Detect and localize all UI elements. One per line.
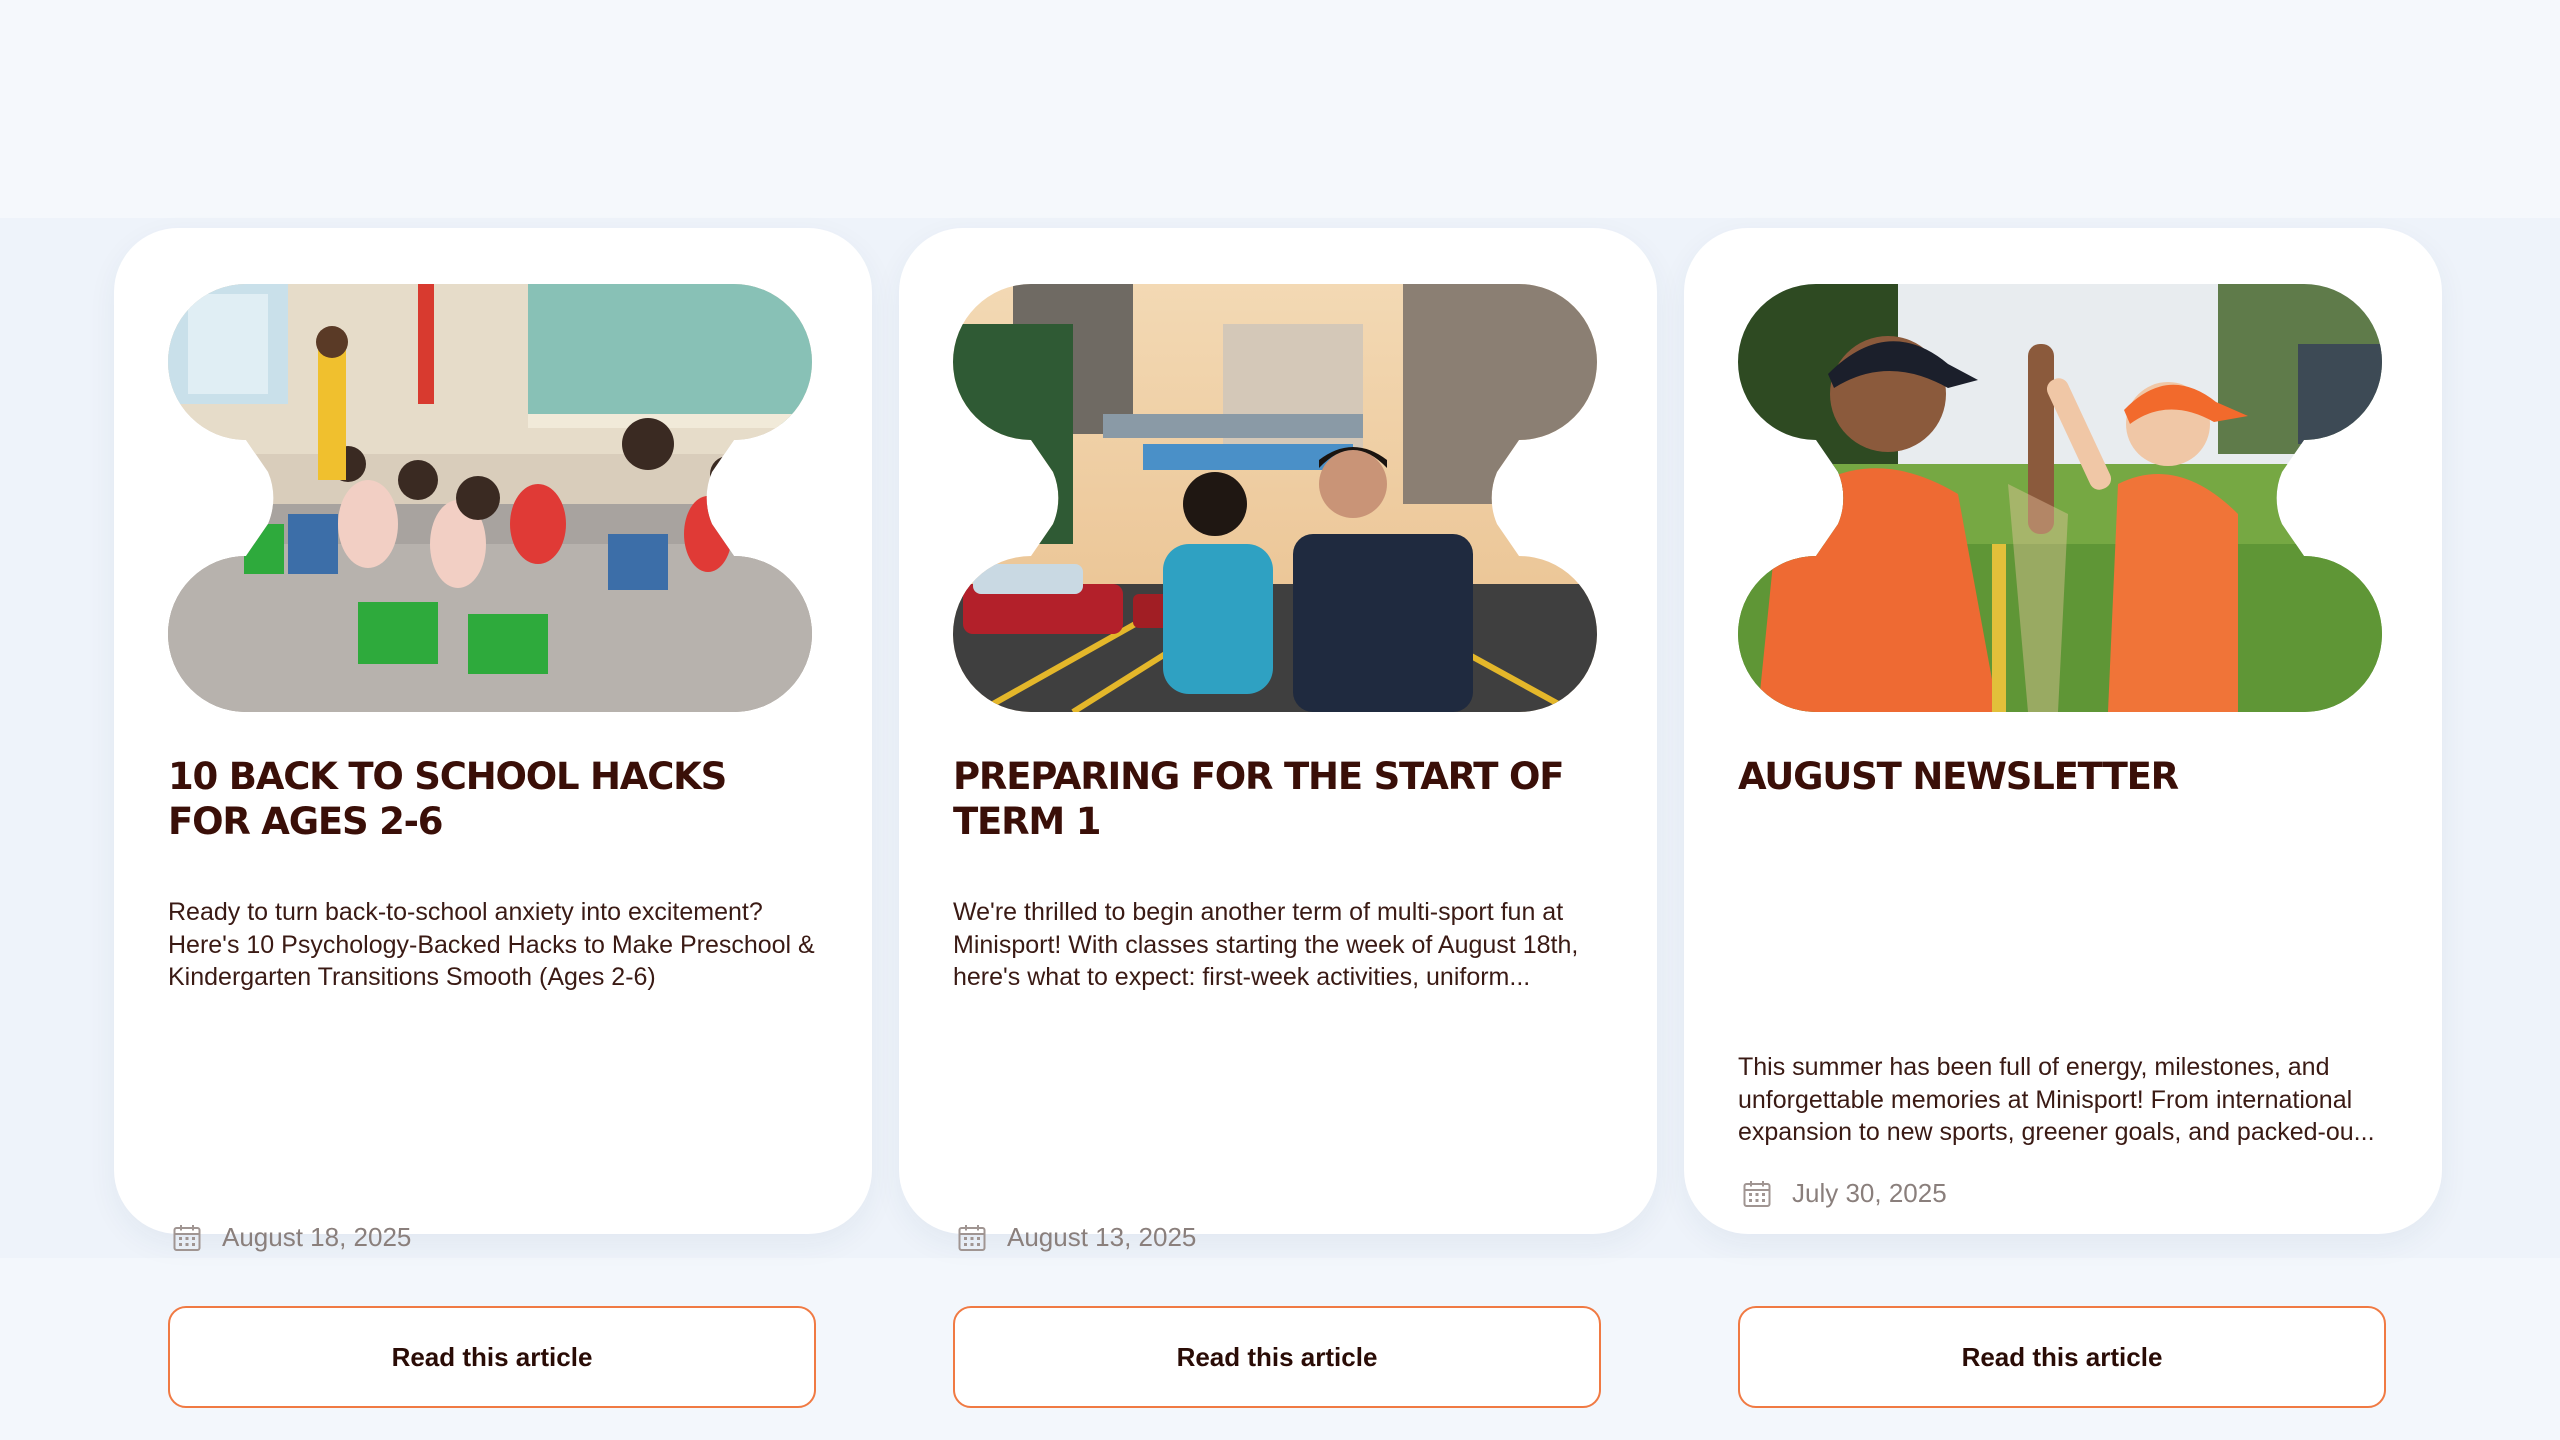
article-image-sports-high-five-art bbox=[1738, 284, 2382, 712]
calendar-icon bbox=[173, 1224, 201, 1251]
article-image-school-gate[interactable] bbox=[953, 284, 1597, 712]
page-top-band bbox=[0, 0, 2560, 218]
article-date: August 18, 2025 bbox=[172, 1222, 411, 1253]
read-article-button[interactable]: Read this article bbox=[953, 1306, 1601, 1408]
article-card-start-of-term: PREPARING FOR THE START OF TERM 1 We're … bbox=[899, 228, 1657, 1408]
article-date: July 30, 2025 bbox=[1742, 1178, 1947, 1209]
read-article-button[interactable]: Read this article bbox=[168, 1306, 816, 1408]
calendar-icon bbox=[958, 1224, 986, 1251]
article-date: August 13, 2025 bbox=[957, 1222, 1196, 1253]
article-excerpt: This summer has been full of energy, mil… bbox=[1738, 1053, 2375, 1146]
article-image-classroom[interactable] bbox=[168, 284, 812, 712]
article-card-back-to-school-hacks: 10 BACK TO SCHOOL HACKS FOR AGES 2-6 Rea… bbox=[114, 228, 872, 1408]
article-date-text: July 30, 2025 bbox=[1792, 1178, 1947, 1208]
read-article-button[interactable]: Read this article bbox=[1738, 1306, 2386, 1408]
article-image-sports-high-five[interactable] bbox=[1738, 284, 2382, 712]
calendar-icon bbox=[1743, 1180, 1771, 1207]
article-title[interactable]: AUGUST NEWSLETTER bbox=[1738, 754, 2388, 799]
article-excerpt: Ready to turn back-to-school anxiety int… bbox=[168, 898, 815, 991]
article-date-text: August 13, 2025 bbox=[1007, 1222, 1197, 1252]
article-image-classroom-art bbox=[168, 284, 812, 712]
article-date-text: August 18, 2025 bbox=[222, 1222, 412, 1252]
article-card-list: 10 BACK TO SCHOOL HACKS FOR AGES 2-6 Rea… bbox=[114, 228, 2442, 1408]
article-excerpt: We're thrilled to begin another term of … bbox=[953, 898, 1579, 991]
article-title[interactable]: 10 BACK TO SCHOOL HACKS FOR AGES 2-6 bbox=[168, 754, 818, 844]
article-image-school-gate-art bbox=[953, 284, 1597, 712]
article-title[interactable]: PREPARING FOR THE START OF TERM 1 bbox=[953, 754, 1603, 844]
article-card-august-newsletter: AUGUST NEWSLETTER This summer has been f… bbox=[1684, 228, 2442, 1408]
page: 10 BACK TO SCHOOL HACKS FOR AGES 2-6 Rea… bbox=[0, 0, 2560, 1440]
